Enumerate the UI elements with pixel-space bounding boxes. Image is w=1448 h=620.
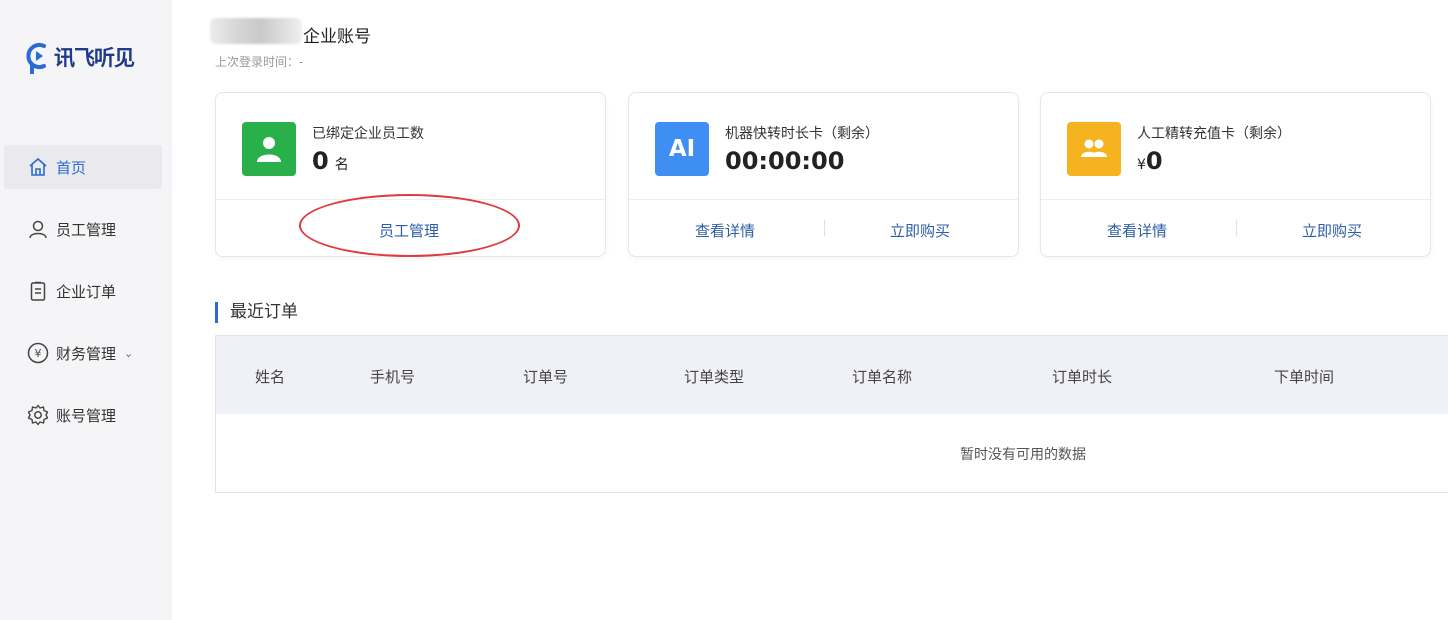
sidebar-item-label: 员工管理 xyxy=(56,220,117,239)
card-value: ¥0 xyxy=(1137,147,1163,175)
buy-now-link[interactable]: 立即购买 xyxy=(890,220,950,241)
orders-table: 姓名 手机号 订单号 订单类型 订单名称 订单时长 下单时间 暂时没有可用的数据 xyxy=(215,335,1448,493)
sidebar-item-label: 账号管理 xyxy=(56,406,117,425)
column-header: 订单时长 xyxy=(1052,368,1113,386)
column-header: 订单名称 xyxy=(852,368,913,386)
employee-count-value: 0 xyxy=(312,147,329,175)
sidebar-item-orders[interactable]: 企业订单 xyxy=(0,269,172,313)
balance-value: 0 xyxy=(1145,147,1163,175)
manual-transcription-card: 人工精转充值卡（剩余） ¥0 查看详情 立即购买 xyxy=(1040,92,1431,257)
machine-transcription-card: AI 机器快转时长卡（剩余） 00:00:00 查看详情 立即购买 xyxy=(628,92,1019,257)
card-value: 00:00:00 xyxy=(725,147,845,175)
divider xyxy=(629,199,1018,200)
redacted-company-name xyxy=(210,18,302,44)
sidebar-item-account[interactable]: 账号管理 xyxy=(0,393,172,437)
gear-icon xyxy=(27,404,49,426)
view-details-link[interactable]: 查看详情 xyxy=(1107,220,1167,241)
card-value: 0名 xyxy=(312,147,349,175)
home-icon xyxy=(27,156,49,178)
sidebar: 讯飞听见 首页 员工管理 企业订单 ¥ 财务管理 ⌄ 账号管理 xyxy=(0,0,172,620)
page-title: 企业账号 xyxy=(303,27,371,47)
column-header: 下单时间 xyxy=(1274,368,1335,386)
annotation-ellipse xyxy=(299,194,520,257)
person-icon xyxy=(242,122,296,176)
link-separator xyxy=(824,220,825,236)
sidebar-item-employees[interactable]: 员工管理 xyxy=(0,207,172,251)
sidebar-item-finance[interactable]: ¥ 财务管理 ⌄ xyxy=(0,331,172,375)
empty-state-text: 暂时没有可用的数据 xyxy=(960,447,1086,463)
column-header: 姓名 xyxy=(255,368,286,386)
ai-icon: AI xyxy=(655,122,709,176)
section-title: 最近订单 xyxy=(215,302,298,323)
sidebar-item-label: 企业订单 xyxy=(56,282,117,301)
column-header: 订单号 xyxy=(523,368,569,386)
logo[interactable]: 讯飞听见 xyxy=(26,40,135,75)
sidebar-item-label: 首页 xyxy=(56,158,87,177)
yen-icon: ¥ xyxy=(27,342,49,364)
column-header: 手机号 xyxy=(370,368,416,386)
brand-name: 讯飞听见 xyxy=(54,46,135,70)
card-label: 机器快转时长卡（剩余） xyxy=(725,126,879,142)
card-label: 人工精转充值卡（剩余） xyxy=(1137,126,1291,142)
last-login-text: 上次登录时间：- xyxy=(215,55,304,69)
sidebar-item-home[interactable]: 首页 xyxy=(4,145,162,189)
sidebar-item-label: 财务管理 xyxy=(56,344,117,363)
logo-mark-icon xyxy=(26,40,50,75)
sidebar-nav: 首页 员工管理 企业订单 ¥ 财务管理 ⌄ 账号管理 xyxy=(0,145,172,455)
buy-now-link[interactable]: 立即购买 xyxy=(1302,220,1362,241)
svg-text:¥: ¥ xyxy=(35,347,42,360)
link-separator xyxy=(1236,220,1237,236)
chevron-down-icon: ⌄ xyxy=(124,346,134,360)
unit-label: 名 xyxy=(334,157,349,173)
card-label: 已绑定企业员工数 xyxy=(312,126,424,142)
document-icon xyxy=(27,280,49,302)
user-icon xyxy=(27,218,49,240)
divider xyxy=(1041,199,1430,200)
view-details-link[interactable]: 查看详情 xyxy=(695,220,755,241)
table-header: 姓名 手机号 订单号 订单类型 订单名称 订单时长 下单时间 xyxy=(216,336,1448,414)
column-header: 订单类型 xyxy=(684,368,745,386)
currency-symbol: ¥ xyxy=(1137,157,1146,173)
group-icon xyxy=(1067,122,1121,176)
